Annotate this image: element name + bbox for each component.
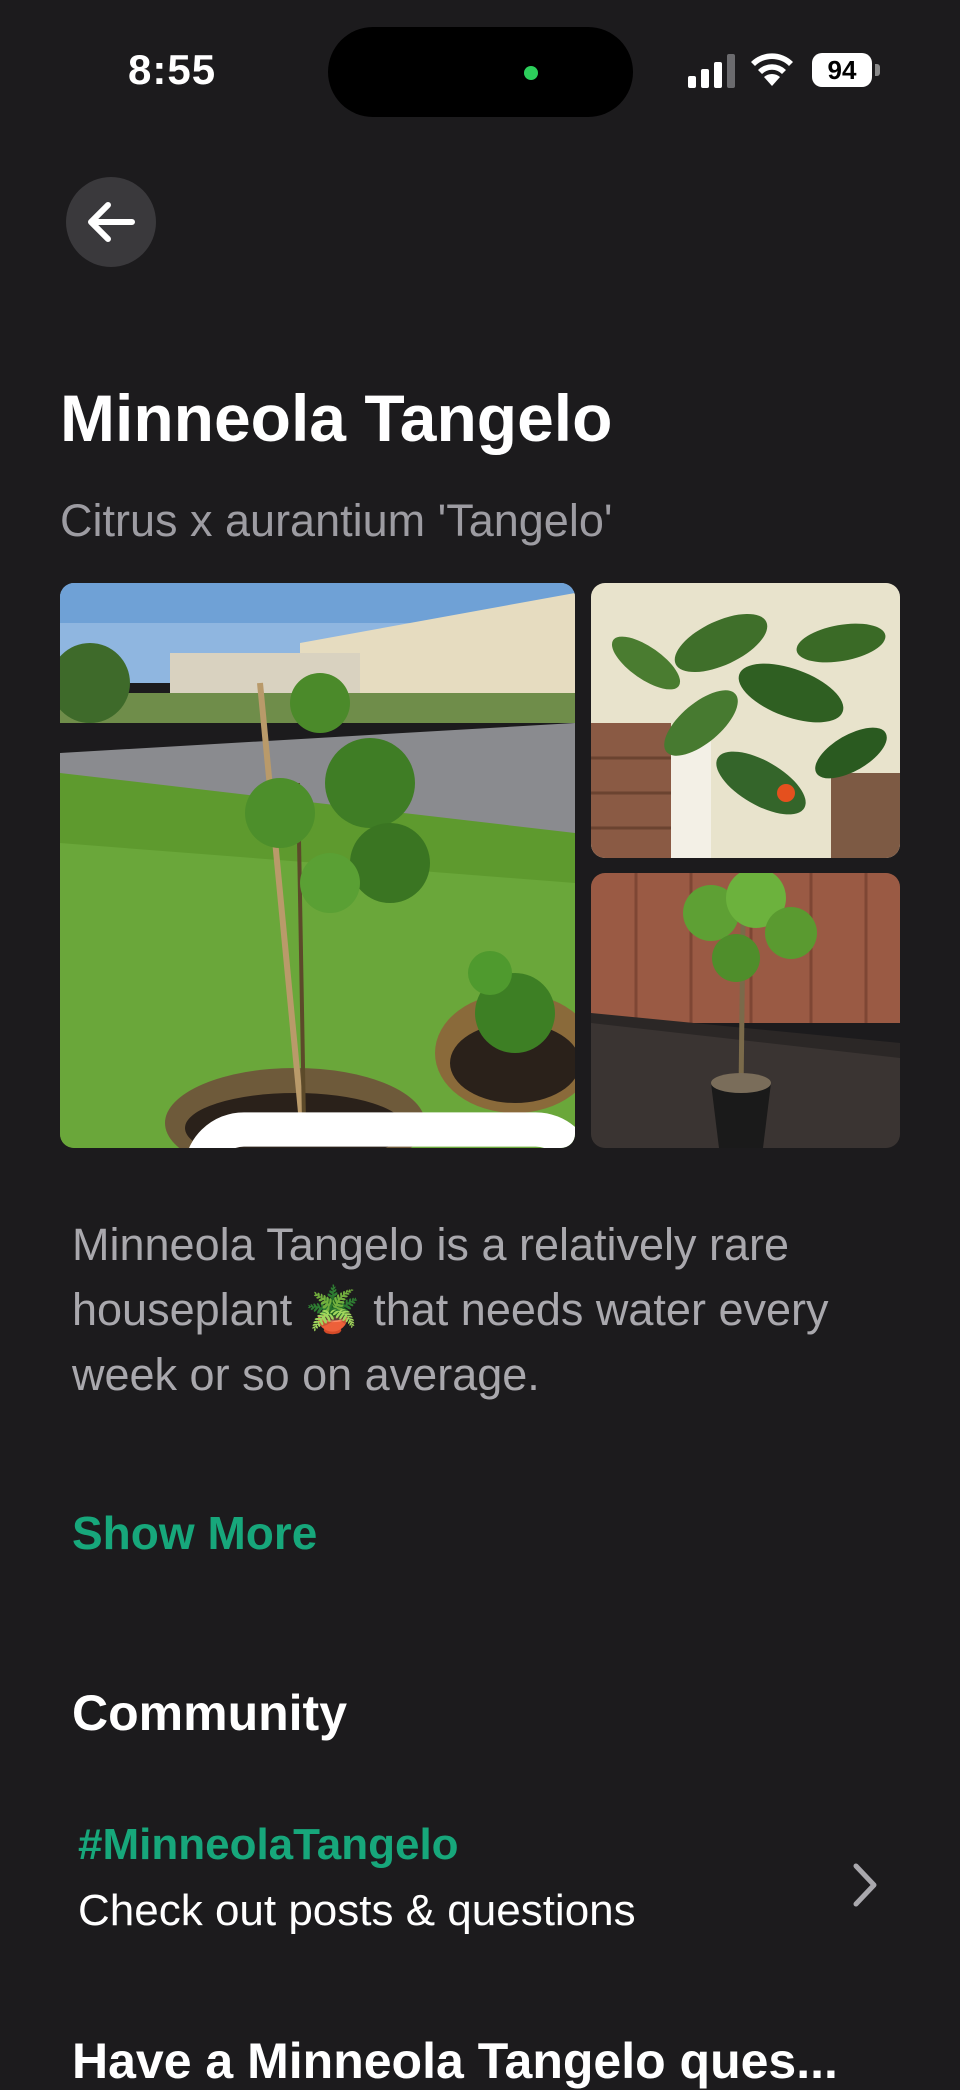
community-subtitle: Check out posts & questions (78, 1886, 636, 1935)
chevron-right-icon (853, 1863, 877, 1907)
plant-common-name: Minneola Tangelo (60, 381, 613, 455)
potted-plant-icon: 🪴 (304, 1284, 361, 1335)
community-heading: Community (72, 1685, 347, 1741)
camera-indicator-dot (524, 66, 538, 80)
gallery-photo-leaves[interactable] (591, 583, 900, 858)
photo-gallery-icon[interactable] (98, 1053, 575, 1148)
photo-gallery (60, 583, 900, 1148)
wifi-icon (751, 53, 793, 86)
battery-icon: 94 (812, 53, 880, 87)
plant-description: Minneola Tangelo is a relatively rare ho… (72, 1212, 892, 1407)
ask-question-heading: Have a Minneola Tangelo ques... (72, 2033, 838, 2089)
status-bar: 8:55 94 (0, 0, 960, 140)
arrow-left-icon (88, 202, 135, 242)
battery-level: 94 (812, 53, 872, 87)
gallery-photo-main[interactable] (60, 583, 575, 1148)
back-button[interactable] (66, 177, 156, 267)
community-hashtag-row[interactable]: #MinneolaTangelo Check out posts & quest… (60, 1810, 900, 1960)
dynamic-island (328, 27, 633, 117)
cellular-signal-icon (688, 54, 735, 88)
gallery-photo-tree[interactable] (591, 873, 900, 1148)
status-time: 8:55 (128, 46, 217, 93)
plant-scientific-name: Citrus x aurantium 'Tangelo' (60, 495, 613, 546)
show-more-button[interactable]: Show More (72, 1506, 317, 1560)
community-hashtag: #MinneolaTangelo (78, 1820, 459, 1869)
